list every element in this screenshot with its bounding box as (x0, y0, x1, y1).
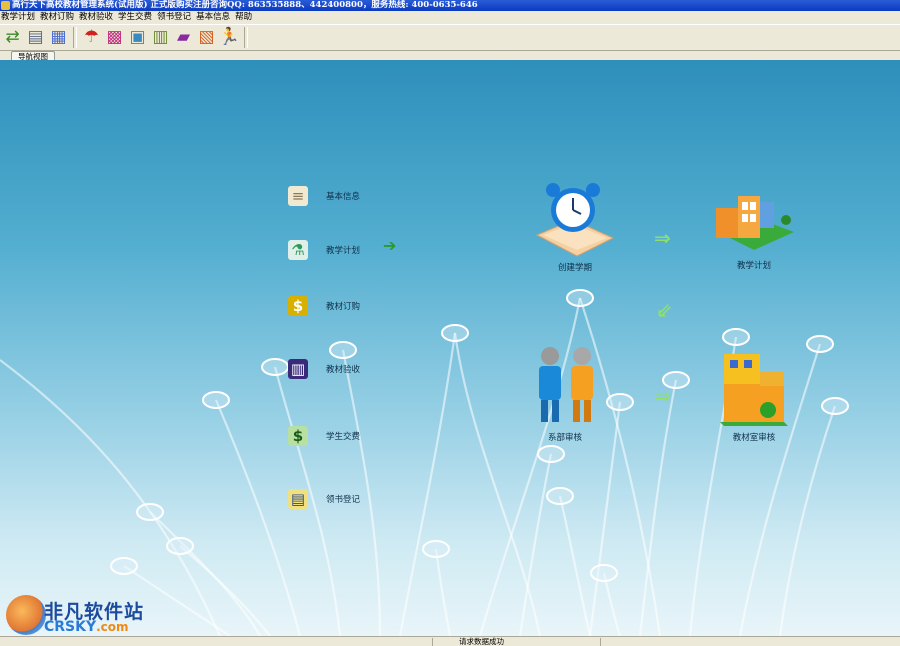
nav-item-student-fee[interactable]: $ 学生交费 (288, 426, 360, 446)
right-arrow-icon: ⇒ (654, 384, 671, 408)
umbrella-icon: ☂ (83, 27, 100, 47)
menu-textbook-acceptance[interactable]: 教材验收 (78, 11, 117, 24)
running-man-icon: 🏃 (218, 27, 241, 47)
nav-item-book-collection[interactable]: ▤ 领书登记 (288, 489, 360, 509)
app-icon (1, 1, 10, 10)
window-title: 高行天下高校教材管理系统(试用版) 正式版购买注册咨询QQ: 863535888… (12, 0, 478, 10)
school-building-icon (716, 196, 794, 250)
books-icon: ▥ (288, 359, 308, 379)
office-building-icon (720, 354, 788, 426)
status-divider (600, 638, 601, 646)
flow-label: 系部审核 (547, 433, 582, 443)
menu-help[interactable]: 帮助 (234, 11, 256, 24)
register-icon: ▤ (288, 489, 308, 509)
status-message: 请求数据成功 (459, 637, 504, 646)
preview-button[interactable]: ▦ (47, 26, 70, 49)
calendar-button[interactable]: ▩ (103, 26, 126, 49)
notebook-button[interactable]: ▥ (149, 26, 172, 49)
menu-bar: 教学计划 教材订购 教材验收 学生交费 领书登记 基本信息 帮助 (0, 11, 900, 24)
add-button[interactable]: ⇄ (1, 26, 24, 49)
printer-icon: ▤ (27, 27, 44, 47)
window-title-bar: 高行天下高校教材管理系统(试用版) 正式版购买注册咨询QQ: 863535888… (0, 0, 900, 11)
status-divider (432, 638, 433, 646)
help-book-icon: ▰ (176, 27, 191, 47)
money-icon: $ (288, 296, 308, 316)
status-bar: 请求数据成功 (0, 636, 900, 646)
people-icon (539, 347, 593, 422)
crsky-logo-icon (6, 595, 46, 635)
toolbar-separator (244, 27, 248, 48)
lab-icon: ⚗ (288, 240, 308, 260)
toolbar-separator (73, 27, 77, 48)
flow-office-review[interactable]: 教材室审核 (718, 348, 790, 443)
menu-teaching-plan[interactable]: 教学计划 (0, 11, 39, 24)
menu-student-fee[interactable]: 学生交费 (117, 11, 156, 24)
nav-label: 基本信息 (326, 192, 361, 202)
gift-icon: ▧ (198, 27, 215, 47)
toolbar: ⇄ ▤ ▦ ☂ ▩ ▣ ▥ ▰ ▧ 🏃 (0, 24, 900, 51)
image-button[interactable]: ▣ (126, 26, 149, 49)
menu-book-collection[interactable]: 领书登记 (156, 11, 195, 24)
umbrella-button[interactable]: ☂ (80, 26, 103, 49)
exit-button[interactable]: 🏃 (218, 26, 241, 49)
flow-dept-review[interactable]: 系部审核 (530, 344, 600, 443)
nav-label: 教学计划 (326, 246, 361, 256)
nav-label: 学生交费 (326, 432, 361, 442)
right-arrow-icon: ➔ (383, 236, 397, 255)
gift-button[interactable]: ▧ (195, 26, 218, 49)
navigation-canvas: ≡ 基本信息 ⚗ 教学计划 $ 教材订购 ▥ 教材验收 $ 学生交费 ▤ 领书登… (0, 60, 900, 636)
alarm-clock-icon (535, 183, 615, 257)
flow-teaching-plan[interactable]: 教学计划 (712, 190, 796, 271)
nav-label: 教材验收 (326, 365, 361, 375)
notebook-icon: ▥ (152, 27, 169, 47)
nav-label: 教材订购 (326, 302, 361, 312)
watermark-en: CRSKY.com (44, 619, 129, 635)
swap-icon: ⇄ (5, 27, 20, 47)
cash-icon: $ (288, 426, 308, 446)
calendar-icon: ▩ (106, 27, 123, 47)
nav-label: 领书登记 (326, 495, 361, 505)
nav-item-basic-info[interactable]: ≡ 基本信息 (288, 186, 360, 206)
nav-item-textbook-acceptance[interactable]: ▥ 教材验收 (288, 359, 360, 379)
down-left-arrow-icon: ⇙ (656, 298, 673, 322)
flow-label: 教学计划 (736, 261, 771, 271)
tab-row: 导航视图 (0, 51, 900, 61)
nav-item-textbook-order[interactable]: $ 教材订购 (288, 296, 360, 316)
flow-label: 教材室审核 (732, 433, 776, 443)
document-icon: ▦ (50, 27, 67, 47)
scroll-icon: ≡ (288, 186, 308, 206)
menu-basic-info[interactable]: 基本信息 (195, 11, 234, 24)
right-arrow-icon: ⇒ (654, 226, 671, 250)
watermark-logo: 非凡软件站 CRSKY.com (6, 595, 154, 636)
print-button[interactable]: ▤ (24, 26, 47, 49)
flow-create-term[interactable]: 创建学期 (535, 180, 615, 273)
picture-icon: ▣ (129, 27, 146, 47)
menu-textbook-order[interactable]: 教材订购 (39, 11, 78, 24)
help-book-button[interactable]: ▰ (172, 26, 195, 49)
flow-label: 创建学期 (557, 263, 592, 273)
nav-item-teaching-plan[interactable]: ⚗ 教学计划 (288, 240, 360, 260)
